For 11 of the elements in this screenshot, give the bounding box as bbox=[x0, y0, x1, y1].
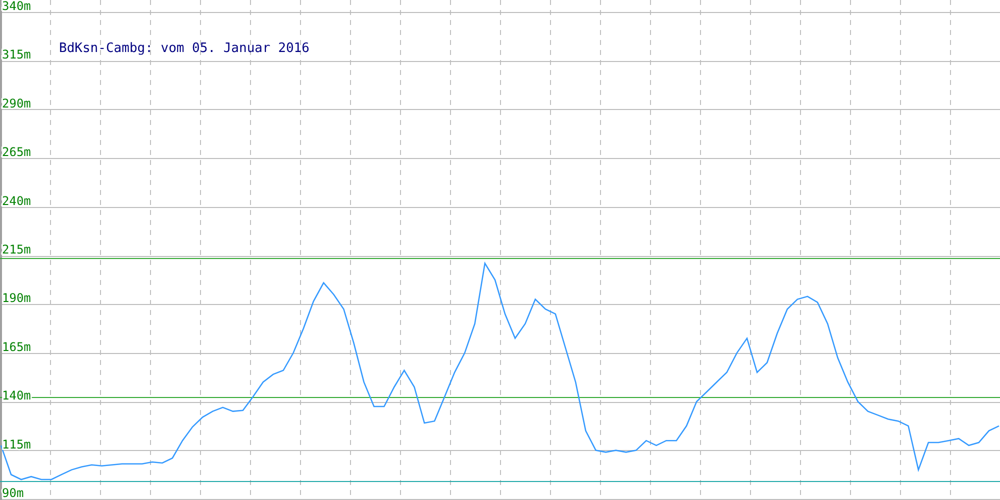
axis-label: 90m bbox=[2, 486, 24, 500]
chart-title: BdKsn-Cambg: vom 05. Januar 2016 bbox=[59, 41, 310, 56]
axis-label: 240m bbox=[2, 194, 31, 208]
axis-label: 115m bbox=[2, 437, 31, 452]
axis-label: 290m bbox=[2, 96, 31, 110]
axis-label: 315m bbox=[2, 48, 31, 62]
axis-label: 190m bbox=[2, 291, 31, 306]
axis-label: 165m bbox=[2, 340, 31, 354]
axis-label: 340m bbox=[2, 0, 31, 13]
axis-label: 215m bbox=[2, 242, 31, 256]
axis-label: 265m bbox=[2, 145, 31, 160]
